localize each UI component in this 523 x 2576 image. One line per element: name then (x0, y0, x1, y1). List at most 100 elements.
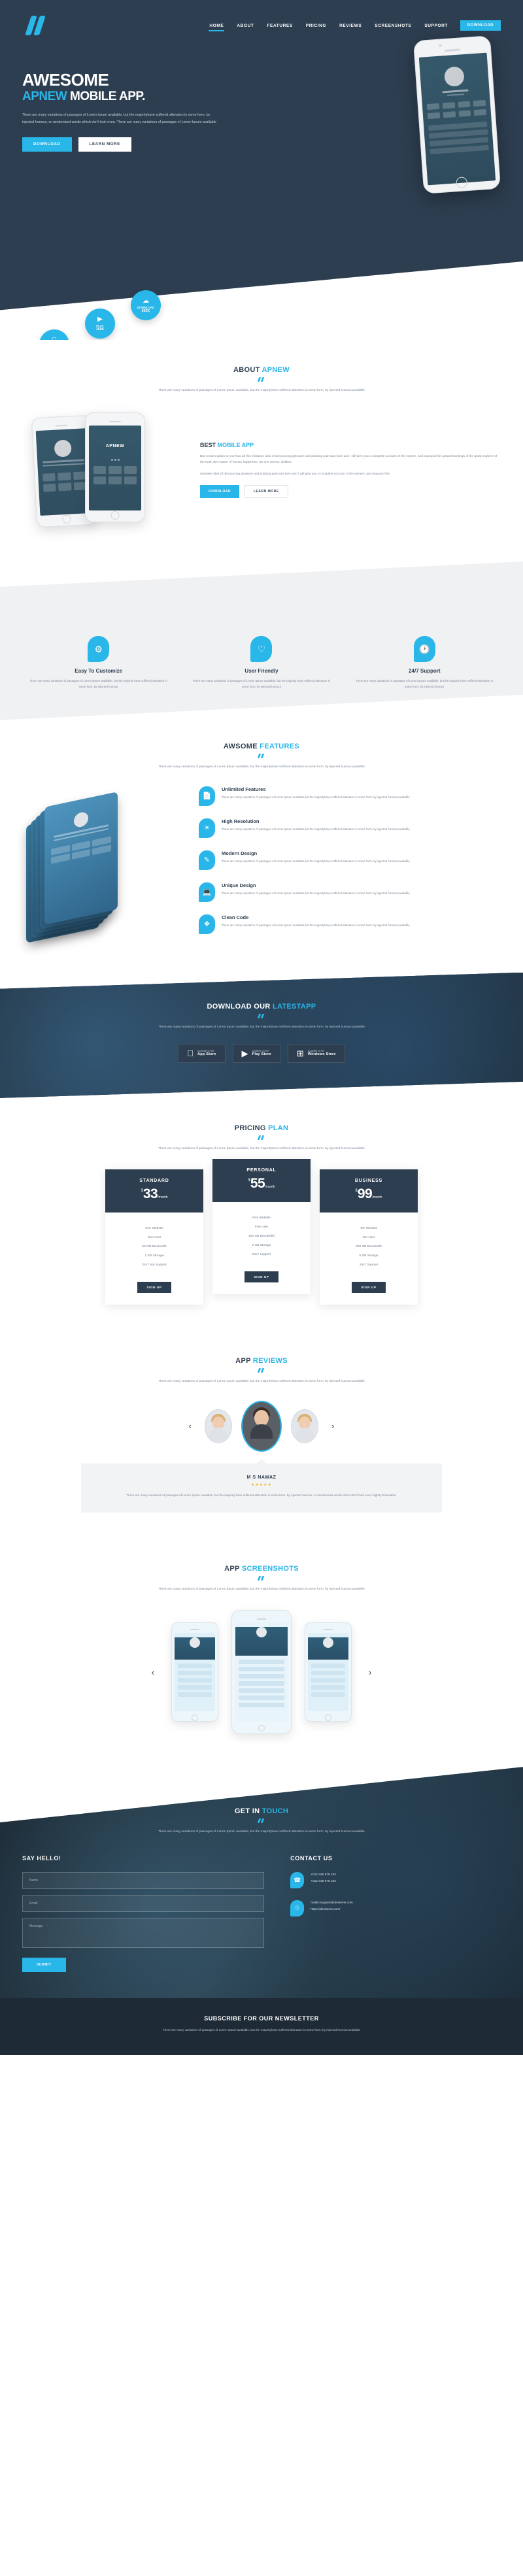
phone-home-button (456, 176, 468, 189)
play-store-button[interactable]: ▶ Available on the Play Store (232, 1043, 280, 1063)
reviews-header: APP REVIEWS There are many variations of… (22, 1357, 501, 1385)
feature-text: There are many variations of passages of… (222, 827, 410, 831)
nav-item-pricing[interactable]: PRICING (305, 21, 327, 31)
features-title-main: AWSOME (223, 742, 260, 750)
monitor-icon: 💻 (199, 882, 215, 902)
review-text: There are many variations of passages of… (126, 1493, 397, 1497)
message-input[interactable] (22, 1918, 265, 1949)
pricing-title-main: PRICING (234, 1124, 269, 1132)
nav-item-about[interactable]: ABOUT (236, 21, 254, 31)
screenshot-phone-center[interactable] (231, 1610, 292, 1735)
phone-line (42, 459, 85, 463)
screenshots-next-arrow[interactable]: › (365, 1664, 375, 1681)
stat-play[interactable]: ▶ PLAY 150K (85, 309, 115, 339)
app-store-button[interactable]:  Available on theApp Store (178, 1043, 226, 1063)
contact-columns: SAY HELLO! SUBMIT CONTACT US ☎ +012 345 … (22, 1855, 501, 1973)
hero-stat-circles:  IOS 102K ▶ PLAY 150K ☁ DOWNLOAD 202K (39, 290, 177, 340)
plan-signup-button[interactable]: SIGN UP (352, 1281, 386, 1293)
email-line: mailto:support@devitems.com (311, 1901, 353, 1905)
screenshot-phone-left[interactable] (171, 1622, 218, 1722)
plan-price: $99/month (320, 1186, 418, 1202)
screenshots-carousel: ‹ › (22, 1610, 501, 1735)
reviews-section: APP REVIEWS There are many variations of… (0, 1331, 523, 1539)
plan-feature: 24x7 Not Support (142, 1263, 167, 1267)
plan-signup-button[interactable]: SIGN UP (137, 1281, 171, 1293)
about-title-main: ABOUT (233, 366, 262, 374)
screen-header (308, 1637, 348, 1660)
reviewer-avatar-next[interactable] (291, 1409, 318, 1443)
contact-form: SAY HELLO! SUBMIT (22, 1855, 265, 1973)
plan-feature: 2 GB Storage (252, 1244, 271, 1248)
phone-brand-label: APNEW (105, 444, 125, 449)
phone-grid (38, 466, 92, 497)
nav-links: HOME ABOUT FEATURES PRICING REVIEWS SCRE… (209, 20, 501, 31)
download-title-main: DOWNLOAD OUR (207, 1002, 273, 1011)
reviews-prev-arrow[interactable]: ‹ (185, 1417, 195, 1435)
stat-download[interactable]: ☁ DOWNLOAD 202K (131, 290, 161, 320)
phone-speaker (190, 1629, 199, 1630)
contact-subtitle: There are many variations of passages of… (158, 1830, 365, 1834)
review-card: M S NAWAZ ★★★★★ There are many variation… (81, 1463, 442, 1513)
stat-play-value: 150K (95, 327, 105, 331)
feature-text: There are many variations of passages of… (222, 891, 410, 895)
about-paragraph-1: But I must explain to you how all this m… (200, 454, 498, 465)
store-big-label: Play Store (248, 1052, 271, 1057)
newsletter-section: SUBSCRIBE FOR OUR NEWSLETTER There are m… (0, 1998, 523, 2056)
hero-title-line1: AWESOME (22, 70, 109, 90)
clock-icon: 🕑 (413, 636, 435, 663)
feature-title: High Resolution (222, 818, 260, 824)
hero-section: HOME ABOUT FEATURES PRICING REVIEWS SCRE… (0, 0, 523, 340)
android-icon: ▶ (97, 315, 103, 323)
phone-speaker (324, 1629, 333, 1630)
plan-feature: 24x7 Support (359, 1263, 379, 1267)
reviewer-avatar-active[interactable] (241, 1400, 282, 1452)
plan-feature: 50 GB Bandwidth (142, 1245, 167, 1249)
download-subtitle: There are many variations of passages of… (158, 1025, 365, 1029)
reviews-next-arrow[interactable]: › (328, 1417, 338, 1435)
phone-screen (235, 1622, 288, 1722)
nav-item-reviews[interactable]: REVIEWS (339, 21, 362, 31)
stat-download-value: 202K (141, 309, 150, 313)
screenshots-prev-arrow[interactable]: ‹ (148, 1664, 158, 1681)
about-learn-more-button[interactable]: LEARN MORE (245, 485, 288, 499)
reviewer-avatar-prev[interactable] (205, 1409, 232, 1443)
hero-download-button[interactable]: DOWNLOAD (22, 137, 72, 152)
pricing-plans: STANDARD $33/month One Website One User … (22, 1158, 501, 1305)
pricing-subtitle: There are many variations of passages of… (158, 1146, 365, 1150)
reviews-carousel: ‹ › (22, 1400, 501, 1452)
highlights-band: ⚙ Easy To Customize There are many varia… (0, 561, 523, 720)
stat-ios[interactable]:  IOS 102K (39, 329, 69, 340)
submit-button[interactable]: SUBMIT (22, 1958, 66, 1973)
phone-speaker (257, 1618, 266, 1620)
plan-currency: $ (141, 1188, 143, 1193)
nav-item-screenshots[interactable]: SCREENSHOTS (374, 21, 412, 31)
about-title-accent: APNEW (262, 366, 290, 374)
pricing-title: PRICING PLAN (22, 1124, 501, 1132)
windows-store-button[interactable]: ⊞ Available on the Windows Store (287, 1043, 345, 1063)
nav-item-features[interactable]: FEATURES (266, 21, 293, 31)
nav-item-support[interactable]: SUPPORT (424, 21, 448, 31)
phone-home-button (258, 1724, 265, 1731)
feature-text: There are many variations of passages of… (222, 795, 410, 799)
screenshot-phone-right[interactable] (305, 1622, 352, 1722)
feature-unlimited-features: 📄 Unlimited Features There are many vari… (199, 786, 501, 806)
email-input[interactable] (22, 1895, 265, 1913)
nav-download-button[interactable]: DOWNLOAD (460, 20, 501, 31)
about-body: APNEW BEST MOBILE APP But I must explain… (22, 411, 501, 529)
nav-item-home[interactable]: HOME (209, 21, 225, 31)
about-download-button[interactable]: DOWNLOAD (200, 485, 239, 499)
phone-grid (89, 461, 141, 490)
contact-content: GET IN TOUCH There are many variations o… (22, 1807, 501, 1973)
hero-learn-more-button[interactable]: LEARN MORE (78, 137, 131, 152)
name-input[interactable] (22, 1872, 265, 1890)
plan-head: PERSONAL $55/month (212, 1158, 311, 1202)
website-line: https://devitems.com/ (311, 1908, 341, 1912)
windows-icon: ⊞ (294, 1048, 304, 1058)
highlight-title: User Friendly (245, 668, 278, 675)
apnew-logo[interactable] (22, 14, 50, 37)
plan-feature: 24x7 Support (252, 1253, 271, 1257)
plan-signup-button[interactable]: SIGN UP (245, 1271, 278, 1282)
plan-currency: $ (355, 1188, 358, 1193)
features-subtitle: There are many variations of passages of… (158, 765, 365, 769)
screenshots-header: APP SCREENSHOTS There are many variation… (22, 1565, 501, 1593)
